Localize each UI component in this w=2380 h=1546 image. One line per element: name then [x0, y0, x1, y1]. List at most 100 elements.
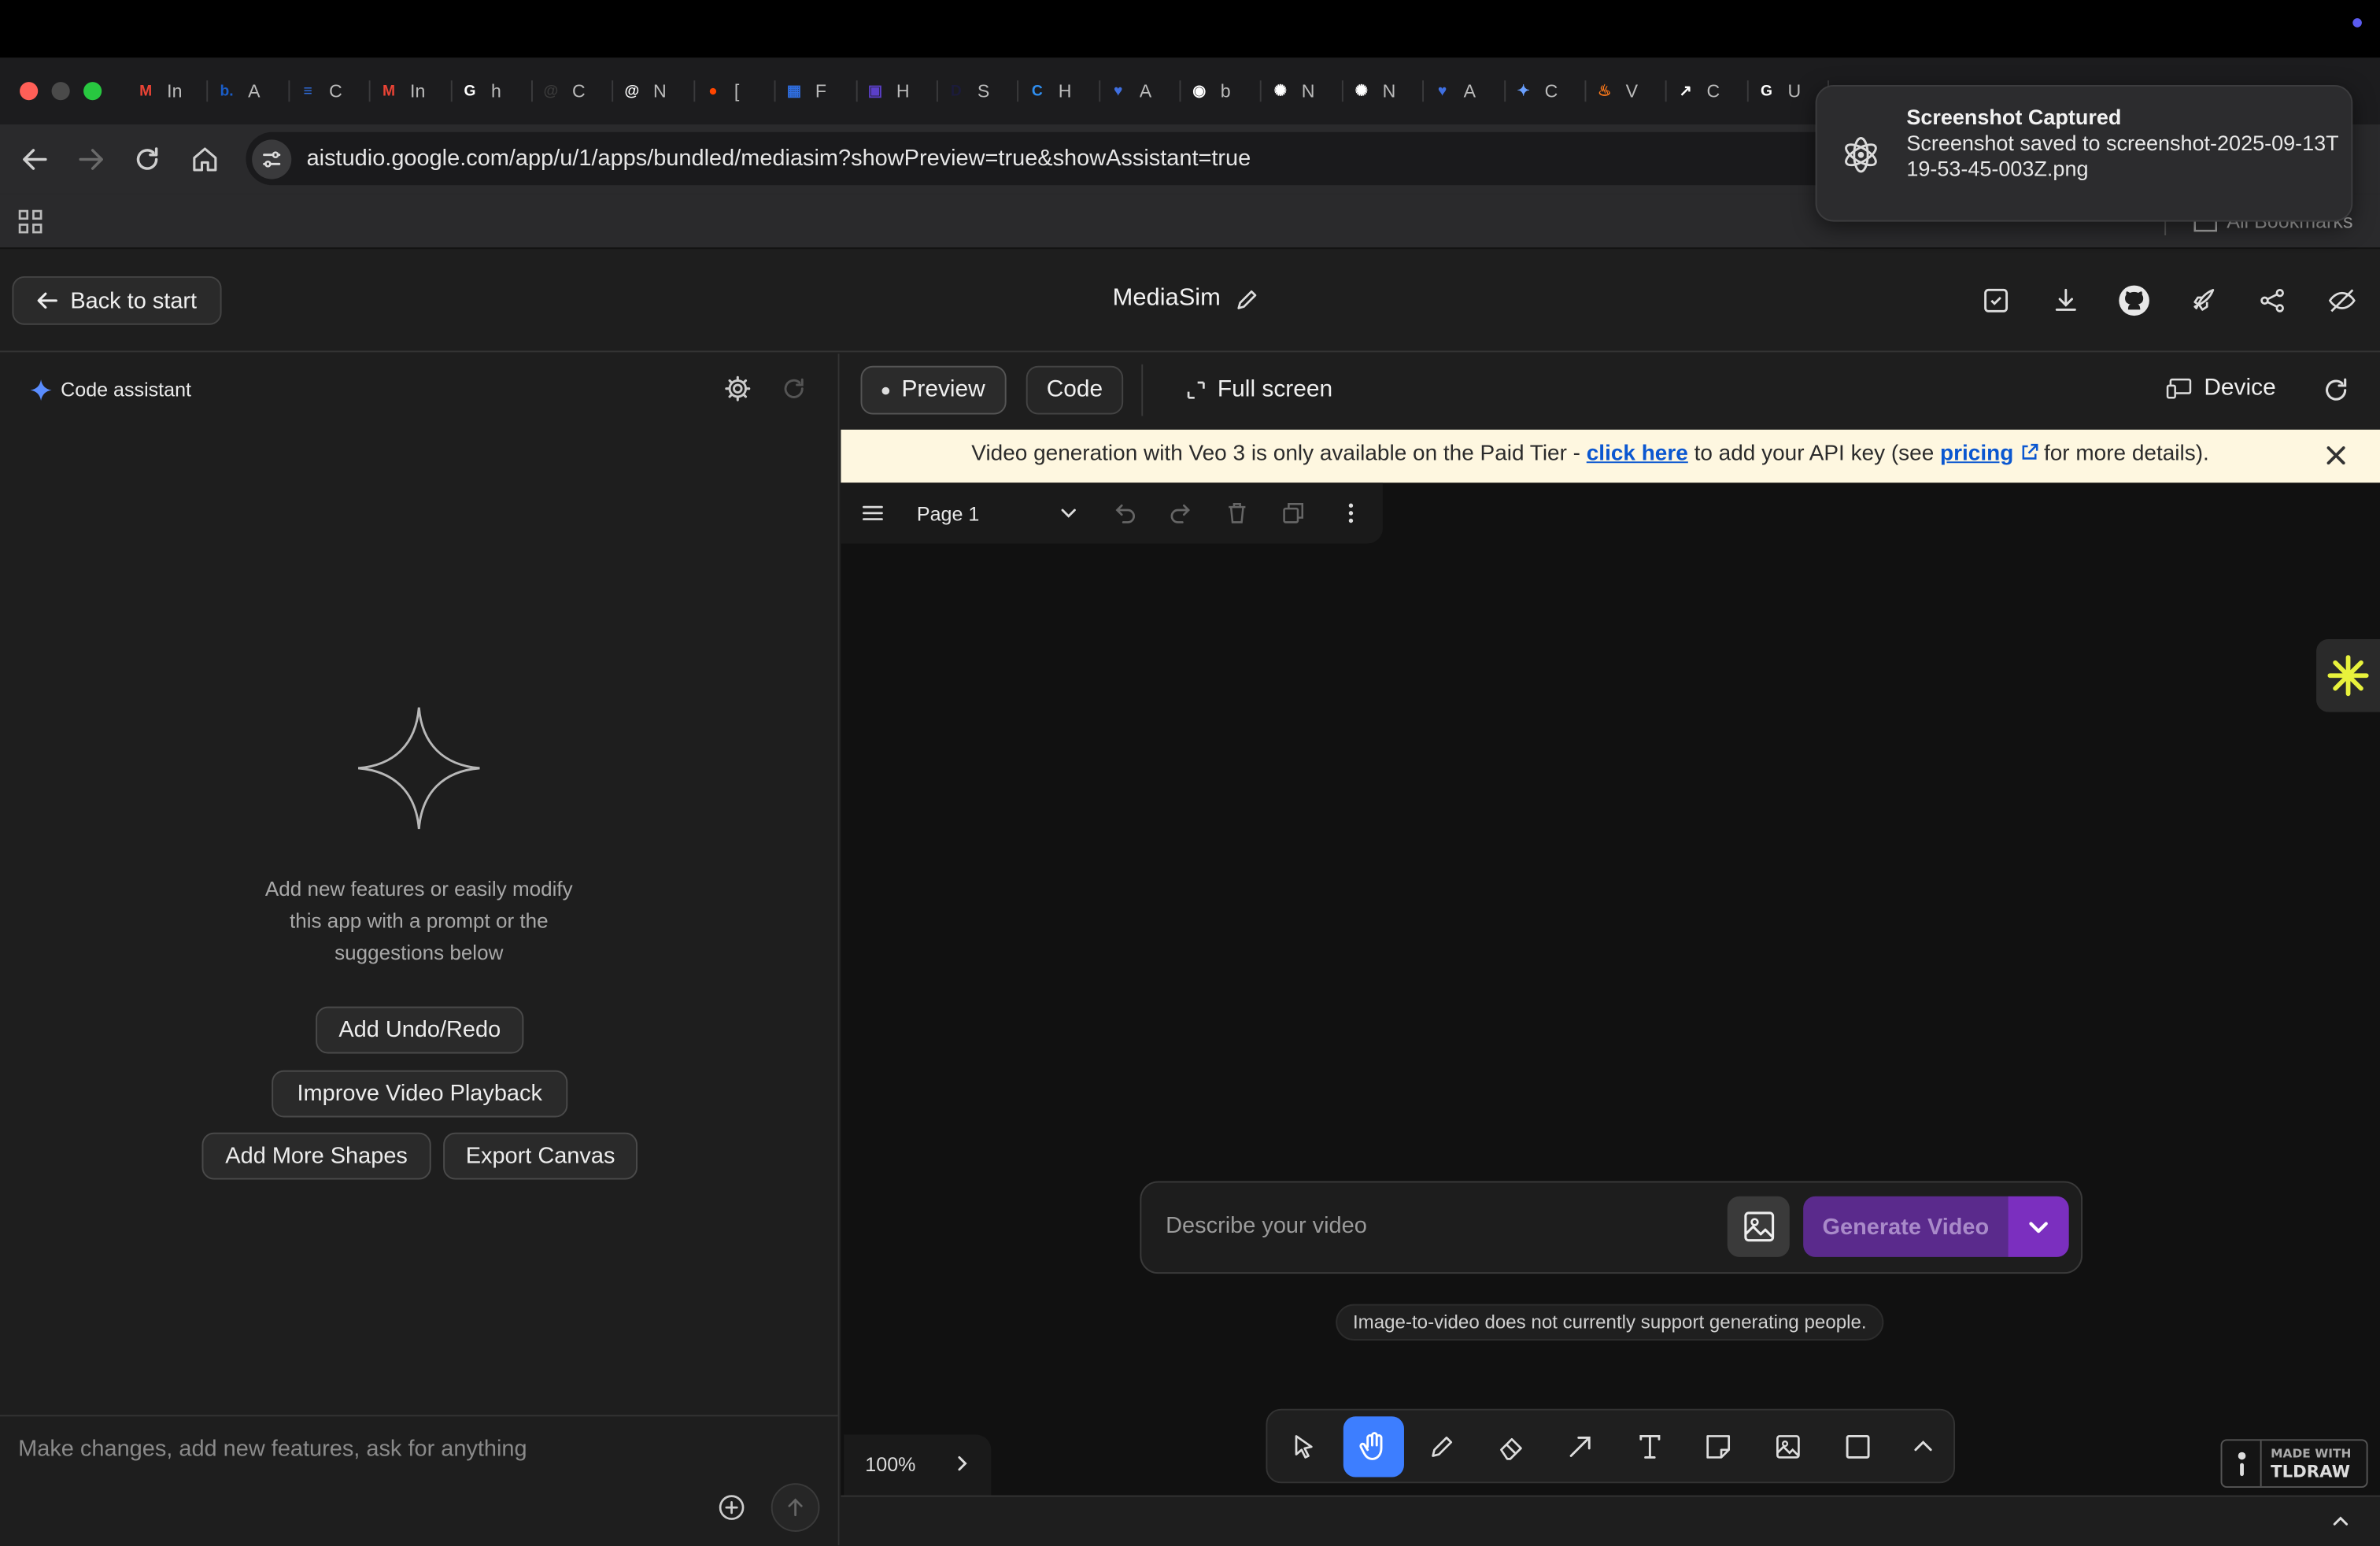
hand-tool-icon[interactable]: [1343, 1416, 1404, 1478]
browser-tab[interactable]: ▣ H: [857, 73, 939, 109]
made-with-tldraw-badge[interactable]: MADE WITH TLDRAW: [2220, 1439, 2368, 1489]
generate-options-dropdown[interactable]: [2008, 1196, 2069, 1257]
expand-icon: [1187, 381, 1205, 399]
window-maximize-button[interactable]: [83, 82, 102, 101]
forward-arrow-icon[interactable]: [75, 142, 108, 176]
browser-tab[interactable]: @ N: [614, 73, 696, 109]
download-icon[interactable]: [2049, 284, 2082, 317]
draw-pencil-tool-icon[interactable]: [1412, 1416, 1473, 1477]
browser-tab[interactable]: ✺ N: [1262, 73, 1344, 109]
hamburger-menu-icon[interactable]: [861, 501, 885, 525]
browser-tab[interactable]: ↗ C: [1667, 73, 1750, 109]
browser-tab[interactable]: ●[: [695, 73, 777, 109]
send-button[interactable]: [771, 1483, 820, 1532]
browser-tab[interactable]: ✦ C: [1505, 73, 1587, 109]
asset-tool-icon[interactable]: [1757, 1416, 1818, 1477]
more-tools-chevron-icon[interactable]: [1893, 1416, 1953, 1477]
browser-tab[interactable]: ♨ V: [1586, 73, 1669, 109]
suggestion-add-undo-redo[interactable]: Add Undo/Redo: [316, 1006, 524, 1054]
browser-tab-label: N: [1301, 80, 1315, 102]
browser-tab[interactable]: ✺ N: [1343, 73, 1425, 109]
grid-app-icon: ▦: [786, 83, 801, 100]
chevron-down-icon[interactable]: [1056, 501, 1081, 525]
browser-tab[interactable]: ▦ F: [776, 73, 858, 109]
note-tool-icon[interactable]: [1688, 1416, 1749, 1477]
window-minimize-button[interactable]: [51, 82, 70, 101]
browser-tab[interactable]: DS: [938, 73, 1020, 109]
full-screen-button[interactable]: Full screen: [1184, 366, 1336, 415]
more-options-icon[interactable]: [1339, 501, 1363, 525]
restart-icon[interactable]: [782, 376, 806, 401]
browser-tab[interactable]: M In: [128, 73, 209, 109]
reload-icon[interactable]: [131, 142, 164, 176]
deploy-rocket-icon[interactable]: [2187, 284, 2220, 317]
browser-tab[interactable]: ◉ b: [1181, 73, 1263, 109]
text-tool-icon[interactable]: [1620, 1416, 1680, 1477]
undo-icon[interactable]: [1113, 501, 1137, 525]
github-icon[interactable]: [2117, 284, 2150, 317]
add-attachment-icon[interactable]: [718, 1494, 745, 1522]
prompt-placeholder[interactable]: Make changes, add new features, ask for …: [18, 1436, 527, 1462]
trash-icon[interactable]: [1225, 501, 1249, 525]
booking-icon: b.: [220, 83, 234, 100]
devices-icon: [2166, 378, 2192, 399]
redo-icon[interactable]: [1169, 501, 1193, 525]
save-to-drive-icon[interactable]: [1979, 284, 2012, 317]
chevron-up-icon[interactable]: [2330, 1511, 2351, 1532]
suggestion-improve-video-playback[interactable]: Improve Video Playback: [272, 1070, 568, 1118]
device-button[interactable]: Device: [2166, 375, 2276, 402]
select-tool-icon[interactable]: [1273, 1416, 1334, 1477]
window-close-button[interactable]: [20, 82, 39, 101]
upload-image-button[interactable]: [1727, 1196, 1790, 1257]
pricing-link[interactable]: pricing: [1940, 442, 2013, 466]
tab-preview[interactable]: Preview: [860, 365, 1007, 415]
rectangle-tool-icon[interactable]: [1828, 1416, 1888, 1477]
suggestion-export-canvas[interactable]: Export Canvas: [443, 1132, 638, 1180]
browser-tab-label: A: [1139, 80, 1152, 102]
browser-tab[interactable]: b. A: [209, 73, 290, 109]
google-icon: G: [1761, 83, 1773, 100]
browser-tab[interactable]: M In: [371, 73, 453, 109]
eraser-tool-icon[interactable]: [1481, 1416, 1542, 1477]
hide-preview-icon[interactable]: [2326, 284, 2359, 317]
browser-tab[interactable]: CH: [1019, 73, 1101, 109]
settings-gear-icon[interactable]: [724, 375, 752, 402]
prompt-input[interactable]: [0, 1415, 838, 1546]
apps-grid-icon[interactable]: [18, 209, 42, 234]
address-bar[interactable]: aistudio.google.com/app/u/1/apps/bundled…: [246, 131, 1916, 186]
home-icon[interactable]: [188, 142, 221, 176]
tldraw-logo-icon: [2222, 1441, 2262, 1487]
browser-tab-label: In: [410, 80, 426, 102]
page-selector[interactable]: Page 1: [917, 502, 979, 525]
status-dot: [2352, 18, 2362, 28]
browser-tab[interactable]: ♥ A: [1425, 73, 1506, 109]
slack-icon: ▣: [867, 83, 882, 100]
browser-tab[interactable]: @ C: [533, 73, 615, 109]
reload-preview-icon[interactable]: [2323, 376, 2350, 404]
zoom-level[interactable]: 100%: [865, 1453, 915, 1476]
back-to-start-button[interactable]: Back to start: [12, 276, 222, 325]
tab-code[interactable]: Code: [1026, 365, 1124, 415]
edit-pencil-icon[interactable]: [1236, 287, 1258, 310]
screenshot-toast[interactable]: Screenshot Captured Screenshot saved to …: [1815, 85, 2353, 222]
d-icon: D: [950, 83, 962, 100]
browser-tab[interactable]: ≡ C: [290, 73, 371, 109]
toast-title: Screenshot Captured: [1906, 105, 2122, 129]
browser-tab[interactable]: ♥ A: [1100, 73, 1182, 109]
share-icon[interactable]: [2256, 284, 2289, 317]
back-arrow-icon[interactable]: [18, 142, 51, 176]
click-here-link[interactable]: click here: [1587, 442, 1688, 466]
arrow-tool-icon[interactable]: [1550, 1416, 1610, 1477]
chevron-right-icon[interactable]: [952, 1453, 973, 1474]
site-settings-icon[interactable]: [252, 139, 292, 179]
extension-badge[interactable]: [2316, 638, 2380, 712]
duplicate-icon[interactable]: [1281, 501, 1306, 525]
url-text[interactable]: aistudio.google.com/app/u/1/apps/bundled…: [307, 146, 1251, 172]
suggestion-add-more-shapes[interactable]: Add More Shapes: [201, 1132, 431, 1180]
video-prompt-input[interactable]: Describe your video: [1166, 1213, 1367, 1239]
banner-close-icon[interactable]: [2323, 442, 2350, 469]
generate-video-button[interactable]: Generate Video: [1803, 1196, 2009, 1257]
drawing-canvas[interactable]: [841, 483, 2380, 1496]
tab-divider: [1141, 364, 1144, 416]
browser-tab[interactable]: Gh: [452, 73, 534, 109]
